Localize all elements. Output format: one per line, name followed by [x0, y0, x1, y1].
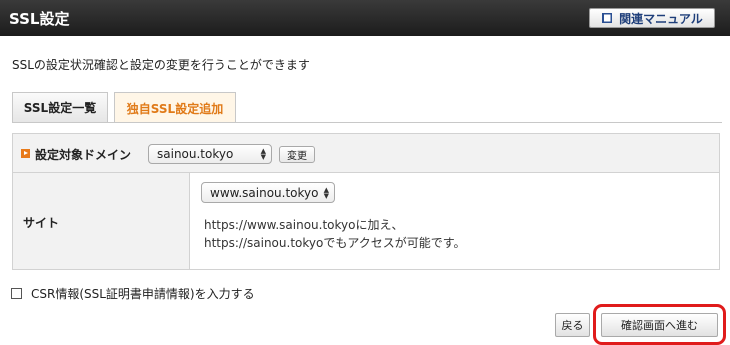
page-header: SSL設定 関連マニュアル: [0, 0, 730, 36]
bullet-icon: [21, 149, 30, 158]
site-label-cell: サイト: [13, 173, 190, 269]
confirm-button[interactable]: 確認画面へ進む: [601, 313, 718, 337]
select-arrows-icon: ▲ ▼: [323, 185, 329, 200]
tab-add-custom-ssl[interactable]: 独自SSL設定追加: [114, 92, 236, 123]
ssl-form-panel: 設定対象ドメイン sainou.tokyo ▲ ▼ 変更 サイト www.sain…: [12, 133, 720, 270]
site-note: https://www.sainou.tokyoに加え、 https://sai…: [204, 216, 466, 252]
site-select[interactable]: www.sainou.tokyo ▲ ▼: [201, 182, 335, 203]
page-description: SSLの設定状況確認と設定の変更を行うことができます: [12, 58, 310, 72]
domain-select-value: sainou.tokyo: [157, 147, 234, 161]
csr-checkbox[interactable]: [11, 288, 22, 299]
tab-divider: [12, 122, 722, 123]
csr-checkbox-label[interactable]: CSR情報(SSL証明書申請情報)を入力する: [31, 285, 255, 302]
domain-label: 設定対象ドメイン: [35, 148, 132, 162]
csr-option: CSR情報(SSL証明書申請情報)を入力する: [11, 285, 255, 302]
manual-button-label: 関連マニュアル: [619, 11, 703, 26]
site-note-line-2: https://sainou.tokyoでもアクセスが可能です。: [204, 236, 466, 250]
site-label: サイト: [23, 216, 60, 230]
change-button[interactable]: 変更: [279, 146, 315, 163]
tab-ssl-list[interactable]: SSL設定一覧: [12, 92, 108, 122]
domain-row: 設定対象ドメイン sainou.tokyo ▲ ▼ 変更: [13, 134, 719, 173]
site-note-line-1: https://www.sainou.tokyoに加え、: [204, 218, 404, 232]
domain-select[interactable]: sainou.tokyo ▲ ▼: [148, 144, 272, 164]
select-arrows-icon: ▲ ▼: [260, 147, 266, 161]
site-select-value: www.sainou.tokyo: [210, 185, 319, 200]
back-button[interactable]: 戻る: [555, 313, 590, 337]
page-title: SSL設定: [9, 10, 70, 28]
book-icon: [602, 13, 613, 23]
manual-button[interactable]: 関連マニュアル: [589, 8, 715, 28]
